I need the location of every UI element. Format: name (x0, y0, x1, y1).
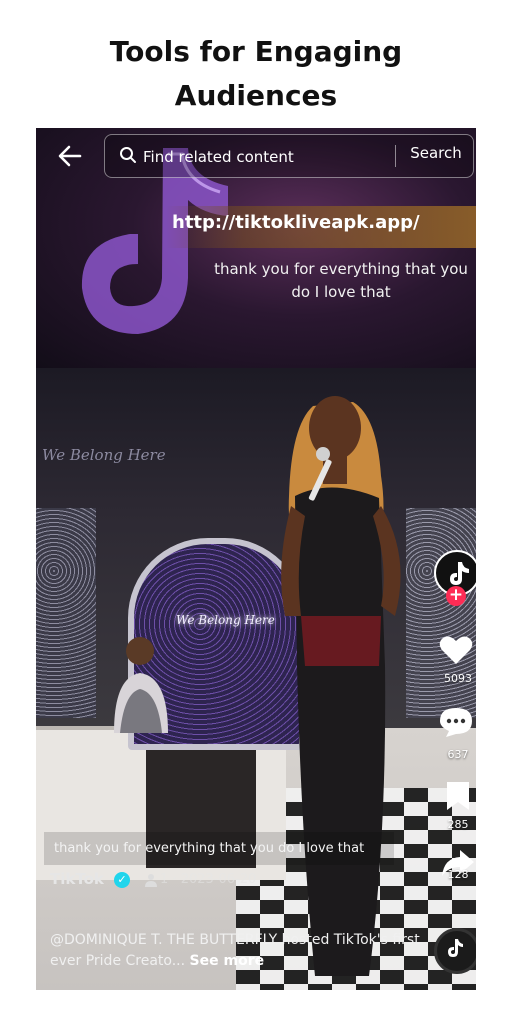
back-button[interactable] (56, 142, 84, 170)
search-divider (395, 145, 396, 167)
person-icon (145, 874, 157, 887)
like-count: 5093 (444, 672, 472, 685)
top-search-bar: Search (36, 128, 476, 184)
caption-top: thank you for everything that you do I l… (214, 260, 468, 301)
arrow-left-icon (58, 145, 82, 167)
post-date: 2023-06-20 (180, 872, 257, 887)
search-button[interactable]: Search (405, 144, 467, 168)
search-icon (120, 147, 136, 163)
search-box: Search (104, 134, 474, 178)
comment-icon[interactable] (438, 706, 474, 738)
tiktok-music-icon (448, 939, 463, 957)
sparkle-wall-left (36, 508, 96, 718)
see-more-link[interactable]: See more (190, 953, 265, 969)
seated-person (114, 637, 168, 733)
share-count: 128 (447, 868, 469, 881)
heading-line-2: Audiences (174, 79, 338, 112)
meta-separator: · (172, 872, 181, 887)
performer (281, 396, 401, 976)
follower-count: 1 (160, 872, 169, 887)
sound-disc[interactable] (434, 928, 476, 974)
heading-line-1: Tools for Engaging (109, 35, 403, 68)
post-meta: 1 · 2023-06-20 (160, 872, 256, 887)
phone-screenshot: We Belong Here We Belong Here Find relat… (36, 128, 476, 990)
page-heading: Tools for Engaging Audiences (0, 30, 512, 118)
bookmark-icon[interactable] (440, 780, 476, 812)
verified-badge-icon: ✓ (114, 872, 130, 888)
follow-button[interactable]: + (446, 586, 466, 606)
heart-icon[interactable] (438, 634, 474, 666)
author-name[interactable]: TikTok (50, 870, 104, 888)
save-count: 285 (447, 818, 469, 831)
sparkle-wall-right (406, 508, 476, 718)
search-input[interactable] (141, 143, 365, 171)
caption-bottom: thank you for everything that you do I l… (44, 832, 394, 865)
comment-count: 637 (447, 748, 469, 761)
url-watermark: http://tiktokliveapk.app/ (172, 212, 420, 233)
event-banner: We Belong Here (42, 446, 166, 464)
post-description: @DOMINIQUE T. THE BUTTERFLY hosted TikTo… (50, 930, 440, 972)
